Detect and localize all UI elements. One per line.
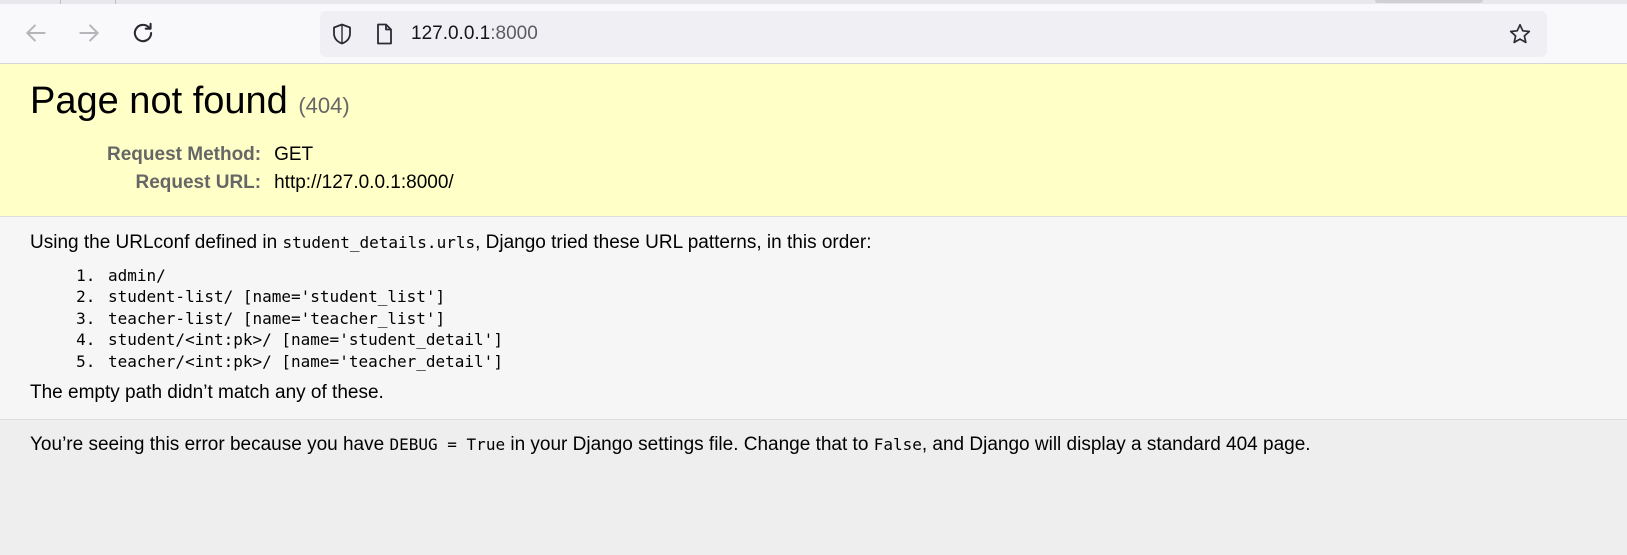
browser-toolbar: 127.0.0.1:8000 [0,0,1627,64]
debug-setting-code: DEBUG = True [389,435,506,455]
shield-icon[interactable] [330,22,354,46]
error-summary: Page not found (404) Request Method: GET… [0,64,1627,217]
status-code: (404) [298,93,350,118]
url-text[interactable]: 127.0.0.1:8000 [411,23,538,45]
explanation-part-2: in your Django settings file. Change tha… [505,434,874,456]
url-pattern-item: teacher/<int:pk>/ [name='teacher_detail'… [105,351,1597,372]
request-method-row: Request Method: GET [107,142,454,170]
reload-icon [130,20,156,51]
tab-edge [1375,0,1483,3]
request-url-label: Request URL: [135,172,262,193]
url-pattern-item: teacher-list/ [name='teacher_list'] [105,308,1597,329]
urlconf-module: student_details.urls [282,233,476,252]
back-button[interactable] [21,20,51,50]
arrow-left-icon [23,20,49,51]
false-code: False [873,435,922,455]
explanation-part-1: You’re seeing this error because you hav… [30,434,390,456]
star-icon[interactable] [1508,22,1532,46]
tab-divider [60,0,61,4]
tab-strip [0,0,1627,4]
urlconf-intro: Using the URLconf defined in student_det… [30,231,1597,255]
address-bar[interactable]: 127.0.0.1:8000 [320,11,1547,57]
page-title-text: Page not found [30,80,288,122]
url-port: :8000 [490,23,538,44]
url-pattern-list: admin/ student-list/ [name='student_list… [30,265,1597,372]
intro-text: Using the URLconf defined in [30,232,283,253]
request-method-value: GET [274,144,314,165]
urlconf-info: Using the URLconf defined in student_det… [0,217,1627,421]
request-url-row: Request URL: http://127.0.0.1:8000/ [107,170,454,198]
page-title: Page not found (404) [30,79,1597,128]
request-meta-table: Request Method: GET Request URL: http://… [107,142,454,198]
intro-text-end: , Django tried these URL patterns, in th… [475,232,872,253]
url-pattern-item: student-list/ [name='student_list'] [105,286,1597,307]
debug-explanation: You’re seeing this error because you hav… [0,420,1627,471]
url-pattern-item: admin/ [105,265,1597,286]
url-host: 127.0.0.1 [411,23,491,44]
reload-button[interactable] [128,20,158,50]
forward-button[interactable] [74,20,104,50]
explanation-text: You’re seeing this error because you hav… [30,433,1597,457]
request-method-label: Request Method: [107,144,262,165]
page-icon[interactable] [372,22,396,46]
request-url-value: http://127.0.0.1:8000/ [274,172,454,193]
no-match-message: The empty path didn’t match any of these… [30,382,384,404]
explanation-part-3: , and Django will display a standard 404… [921,434,1311,456]
url-pattern-item: student/<int:pk>/ [name='student_detail'… [105,329,1597,350]
tab-divider [115,0,116,4]
arrow-right-icon [76,20,102,51]
